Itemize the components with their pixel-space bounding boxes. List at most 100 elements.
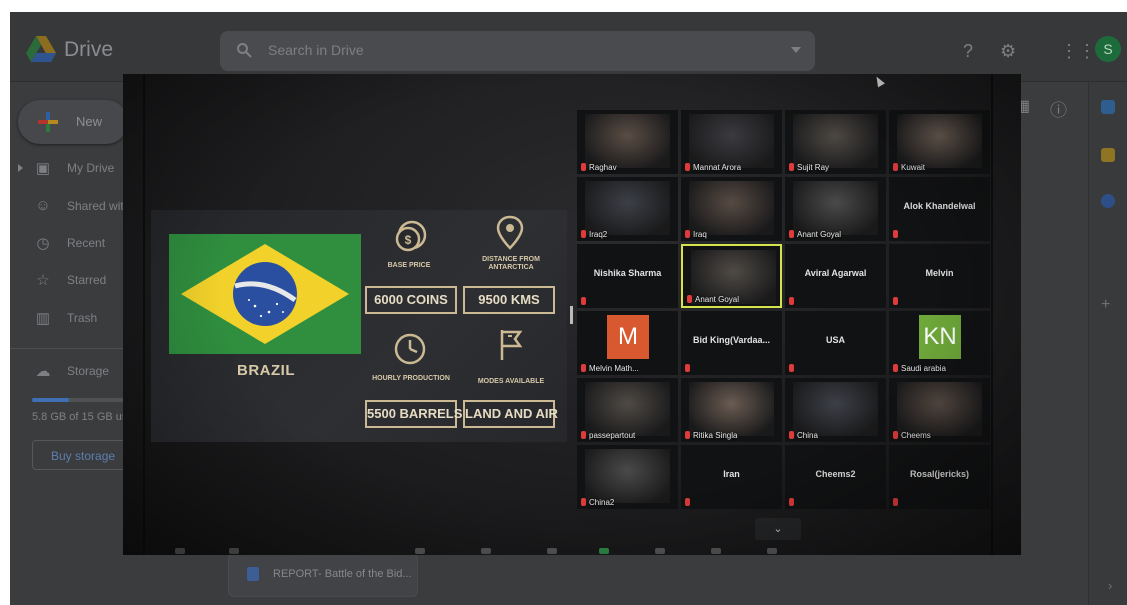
security-icon[interactable] bbox=[415, 548, 425, 554]
sidebar-item-storage[interactable]: ☁ Storage bbox=[10, 358, 130, 386]
reactions-icon[interactable] bbox=[711, 548, 721, 554]
participant-name: Cheems2 bbox=[815, 469, 856, 479]
search-input[interactable]: Search in Drive bbox=[220, 31, 815, 71]
participant-name: passepartout bbox=[589, 431, 636, 440]
participant-name: USA bbox=[825, 335, 845, 345]
share-screen-icon[interactable] bbox=[599, 548, 609, 554]
mouse-cursor-icon bbox=[873, 74, 885, 88]
participant-tile[interactable]: M Melvin Math... bbox=[577, 311, 678, 375]
sidebar-item-recent[interactable]: ◷ Recent bbox=[10, 230, 130, 258]
hourly-caption: HOURLY PRODUCTION bbox=[372, 375, 450, 382]
participant-video bbox=[585, 382, 670, 436]
settings-gear-icon[interactable]: ⚙ bbox=[1000, 42, 1016, 60]
participant-tile[interactable]: Iraq bbox=[681, 177, 782, 241]
participant-tile[interactable]: Bid King(Vardaa... bbox=[681, 311, 782, 375]
muted-mic-icon bbox=[789, 297, 794, 305]
participant-name: Aviral Agarwal bbox=[804, 268, 867, 278]
participant-tile[interactable]: USA bbox=[785, 311, 886, 375]
participant-tile[interactable]: Melvin bbox=[889, 244, 990, 308]
participant-tile[interactable]: Sujit Ray bbox=[785, 110, 886, 174]
muted-mic-icon bbox=[687, 295, 692, 303]
new-button-label: New bbox=[76, 114, 103, 129]
sidebar-item-label: My Drive bbox=[67, 161, 115, 175]
add-addon-icon[interactable]: + bbox=[1101, 296, 1110, 314]
muted-mic-icon bbox=[581, 364, 586, 372]
chevron-down-icon[interactable]: ⌄ bbox=[755, 518, 801, 540]
participant-video bbox=[585, 449, 670, 503]
participant-name: Iraq2 bbox=[589, 230, 608, 239]
participant-tile[interactable]: Nishika Sharma bbox=[577, 244, 678, 308]
calendar-icon[interactable] bbox=[1101, 100, 1115, 114]
muted-mic-icon bbox=[581, 431, 586, 439]
sidebar-item-label: Trash bbox=[67, 311, 98, 325]
muted-mic-icon bbox=[581, 498, 586, 506]
search-options-icon[interactable] bbox=[791, 47, 801, 53]
muted-mic-icon bbox=[685, 364, 690, 372]
participant-tile[interactable]: Rosal(jericks) bbox=[889, 445, 990, 509]
participant-tile[interactable]: Anant Goyal bbox=[681, 244, 782, 308]
screen: Drive Search in Drive ? ⚙ ⋮⋮ S New ▣ My … bbox=[0, 0, 1127, 605]
participant-initials: KN bbox=[919, 315, 961, 359]
muted-mic-icon bbox=[789, 163, 794, 171]
participant-tile[interactable]: Alok Khandelwal bbox=[889, 177, 990, 241]
apps-grid-icon[interactable]: ⋮⋮ bbox=[1060, 42, 1096, 60]
participant-tile[interactable]: Aviral Agarwal bbox=[785, 244, 886, 308]
expand-arrow-icon[interactable] bbox=[18, 164, 23, 172]
participant-tile[interactable]: Mannat Arora bbox=[681, 110, 782, 174]
account-avatar[interactable]: S bbox=[1095, 36, 1121, 62]
muted-mic-icon bbox=[685, 163, 690, 171]
mic-icon[interactable] bbox=[175, 548, 185, 554]
muted-mic-icon bbox=[685, 431, 690, 439]
sidebar-item-shared[interactable]: ☺ Shared with bbox=[10, 193, 130, 221]
info-icon[interactable]: ⓘ bbox=[1050, 96, 1067, 121]
chat-icon[interactable] bbox=[547, 548, 557, 554]
participant-name: Cheems bbox=[901, 431, 931, 440]
participant-tile[interactable]: Kuwait bbox=[889, 110, 990, 174]
splitter-handle[interactable] bbox=[570, 306, 573, 324]
participant-tile[interactable]: Cheems2 bbox=[785, 445, 886, 509]
sidebar-item-trash[interactable]: ▥ Trash bbox=[10, 305, 130, 333]
buy-storage-button[interactable]: Buy storage bbox=[32, 440, 132, 470]
participant-tile[interactable]: China2 bbox=[577, 445, 678, 509]
more-icon[interactable] bbox=[767, 548, 777, 554]
file-card[interactable]: REPORT- Battle of the Bid... bbox=[228, 553, 418, 597]
participant-tile[interactable]: China bbox=[785, 378, 886, 442]
clock-icon bbox=[394, 333, 426, 365]
participant-tile[interactable]: Cheems bbox=[889, 378, 990, 442]
tasks-icon[interactable] bbox=[1101, 194, 1115, 208]
muted-mic-icon bbox=[893, 431, 898, 439]
distance-value: 9500 KMS bbox=[463, 286, 555, 314]
participant-video bbox=[793, 181, 878, 235]
participant-tile[interactable]: KN Saudi arabia bbox=[889, 311, 990, 375]
participant-name: Bid King(Vardaa... bbox=[692, 335, 770, 345]
participant-video bbox=[793, 382, 878, 436]
muted-mic-icon bbox=[581, 297, 586, 305]
video-icon[interactable] bbox=[229, 548, 239, 554]
participant-name: China2 bbox=[589, 498, 615, 507]
participant-name: Sujit Ray bbox=[797, 163, 830, 172]
muted-mic-icon bbox=[581, 230, 586, 238]
muted-mic-icon bbox=[685, 498, 690, 506]
new-button[interactable]: New bbox=[18, 100, 128, 144]
flag-icon bbox=[500, 330, 523, 360]
sidebar-item-my-drive[interactable]: ▣ My Drive bbox=[10, 155, 130, 183]
participant-tile[interactable]: passepartout bbox=[577, 378, 678, 442]
help-icon[interactable]: ? bbox=[963, 42, 973, 60]
meeting-toolbar bbox=[163, 544, 863, 555]
participant-tile[interactable]: Ritika Singla bbox=[681, 378, 782, 442]
chevron-right-icon[interactable]: › bbox=[1108, 578, 1112, 593]
storage-usage-bar bbox=[32, 398, 127, 402]
drive-title: Drive bbox=[64, 38, 114, 61]
participants-icon[interactable] bbox=[481, 548, 491, 554]
participant-gallery: Raghav Mannat Arora Sujit Ray Kuwait Iraq2 Ir… bbox=[577, 110, 993, 520]
star-icon: ☆ bbox=[36, 272, 50, 289]
participant-tile[interactable]: Anant Goyal bbox=[785, 177, 886, 241]
sidebar-item-starred[interactable]: ☆ Starred bbox=[10, 267, 130, 295]
side-panel-rail: + bbox=[1088, 82, 1127, 605]
keep-icon[interactable] bbox=[1101, 148, 1115, 162]
record-icon[interactable] bbox=[655, 548, 665, 554]
participant-video bbox=[689, 382, 774, 436]
participant-tile[interactable]: Iraq2 bbox=[577, 177, 678, 241]
participant-tile[interactable]: Raghav bbox=[577, 110, 678, 174]
participant-tile[interactable]: Iran bbox=[681, 445, 782, 509]
